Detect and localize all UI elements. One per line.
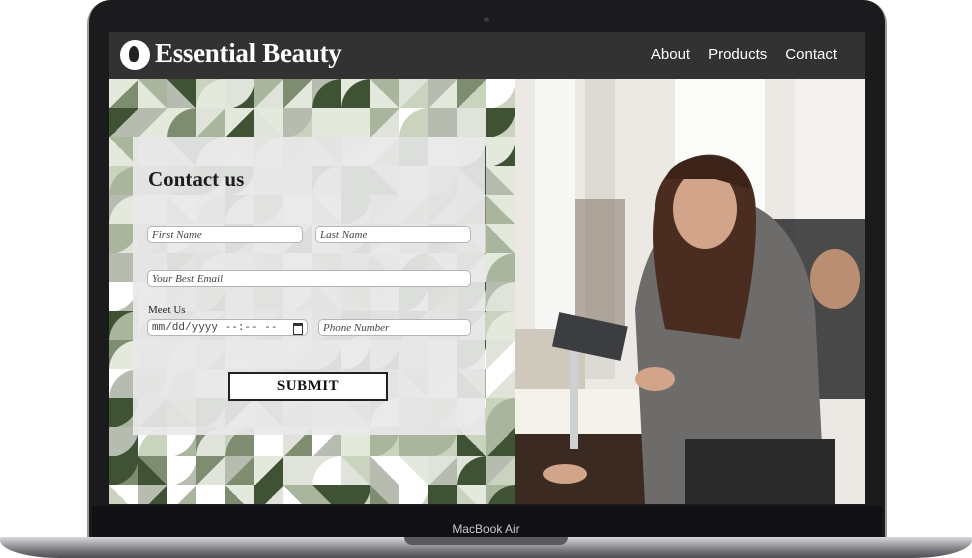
- pattern-tile: [486, 398, 515, 428]
- first-name-input[interactable]: First Name: [147, 226, 303, 243]
- pattern-tile: [312, 485, 342, 504]
- nav-link-products[interactable]: Products: [708, 46, 767, 63]
- datetime-value: mm/dd/yyyy --:-- --: [152, 322, 278, 334]
- form-heading: Contact us: [148, 167, 245, 191]
- pattern-tile: [283, 456, 313, 486]
- pattern-tile: [486, 427, 515, 457]
- pattern-tile: [428, 456, 458, 486]
- pattern-tile: [196, 79, 226, 109]
- pattern-tile: [341, 485, 371, 504]
- pattern-tile: [196, 456, 226, 486]
- pattern-tile: [312, 108, 342, 138]
- nav-link-contact[interactable]: Contact: [785, 46, 837, 63]
- pattern-tile: [167, 456, 197, 486]
- pattern-tile: [196, 485, 226, 504]
- pattern-tile: [457, 108, 487, 138]
- pattern-tile: [428, 108, 458, 138]
- camera-icon: [484, 17, 489, 22]
- pattern-tile: [486, 79, 515, 109]
- nav-link-about[interactable]: About: [651, 46, 690, 63]
- pattern-tile: [225, 79, 255, 109]
- pattern-tile: [486, 369, 515, 399]
- laptop-notch: [404, 537, 568, 545]
- pattern-tile: [428, 485, 458, 504]
- pattern-tile: [109, 456, 139, 486]
- submit-button[interactable]: SUBMIT: [228, 372, 388, 401]
- pattern-tile: [370, 79, 400, 109]
- pattern-tile: [138, 456, 168, 486]
- site-title[interactable]: Essential Beauty: [155, 38, 342, 69]
- pattern-tile: [370, 485, 400, 504]
- pattern-tile: [283, 79, 313, 109]
- pattern-tile: [109, 108, 139, 138]
- pattern-tile: [254, 108, 284, 138]
- pattern-tile: [457, 485, 487, 504]
- logo-icon: [120, 40, 150, 70]
- device-brand-label: MacBook Air: [452, 522, 520, 536]
- pattern-tile: [225, 108, 255, 138]
- datetime-input[interactable]: mm/dd/yyyy --:-- --: [147, 319, 308, 336]
- pattern-tile: [254, 485, 284, 504]
- pattern-tile: [486, 108, 515, 138]
- pattern-tile: [254, 79, 284, 109]
- pattern-tile: [138, 79, 168, 109]
- pattern-tile: [341, 456, 371, 486]
- pattern-tile: [138, 485, 168, 504]
- phone-input[interactable]: Phone Number: [318, 319, 471, 336]
- pattern-tile: [486, 195, 515, 225]
- site-header: Essential Beauty About Products Contact: [109, 32, 865, 79]
- pattern-tile: [254, 456, 284, 486]
- pattern-tile: [167, 108, 197, 138]
- pattern-tile: [167, 79, 197, 109]
- pattern-tile: [225, 456, 255, 486]
- pattern-tile: [486, 340, 515, 370]
- pattern-tile: [486, 253, 515, 283]
- pattern-tile: [486, 311, 515, 341]
- pattern-tile: [196, 108, 226, 138]
- pattern-tile: [486, 282, 515, 312]
- pattern-tile: [225, 485, 255, 504]
- pattern-tile: [399, 108, 429, 138]
- email-input[interactable]: Your Best Email: [147, 270, 471, 287]
- pattern-tile: [486, 166, 515, 196]
- pattern-tile: [399, 456, 429, 486]
- last-name-input[interactable]: Last Name: [315, 226, 471, 243]
- pattern-tile: [109, 79, 139, 109]
- pattern-tile: [486, 137, 515, 167]
- pattern-tile: [428, 79, 458, 109]
- pattern-tile: [109, 485, 139, 504]
- pattern-tile: [486, 456, 515, 486]
- pattern-tile: [283, 485, 313, 504]
- main-nav: About Products Contact: [651, 46, 837, 63]
- pattern-tile: [370, 456, 400, 486]
- browser-screen: Essential Beauty About Products Contact: [109, 32, 865, 504]
- pattern-tile: [486, 485, 515, 504]
- calendar-icon[interactable]: [293, 323, 303, 335]
- pattern-tile: [399, 79, 429, 109]
- pattern-tile: [486, 224, 515, 254]
- pattern-tile: [399, 485, 429, 504]
- contact-form: Contact us First Name Last Name Your Bes…: [133, 137, 485, 435]
- pattern-tile: [370, 108, 400, 138]
- pattern-tile: [457, 456, 487, 486]
- hero-photo: [515, 79, 865, 504]
- pattern-tile: [138, 108, 168, 138]
- pattern-tile: [167, 485, 197, 504]
- pattern-tile: [457, 79, 487, 109]
- pattern-tile: [312, 79, 342, 109]
- pattern-tile: [341, 108, 371, 138]
- pattern-tile: [341, 79, 371, 109]
- pattern-tile: [312, 456, 342, 486]
- meet-us-label: Meet Us: [148, 304, 186, 316]
- pattern-tile: [283, 108, 313, 138]
